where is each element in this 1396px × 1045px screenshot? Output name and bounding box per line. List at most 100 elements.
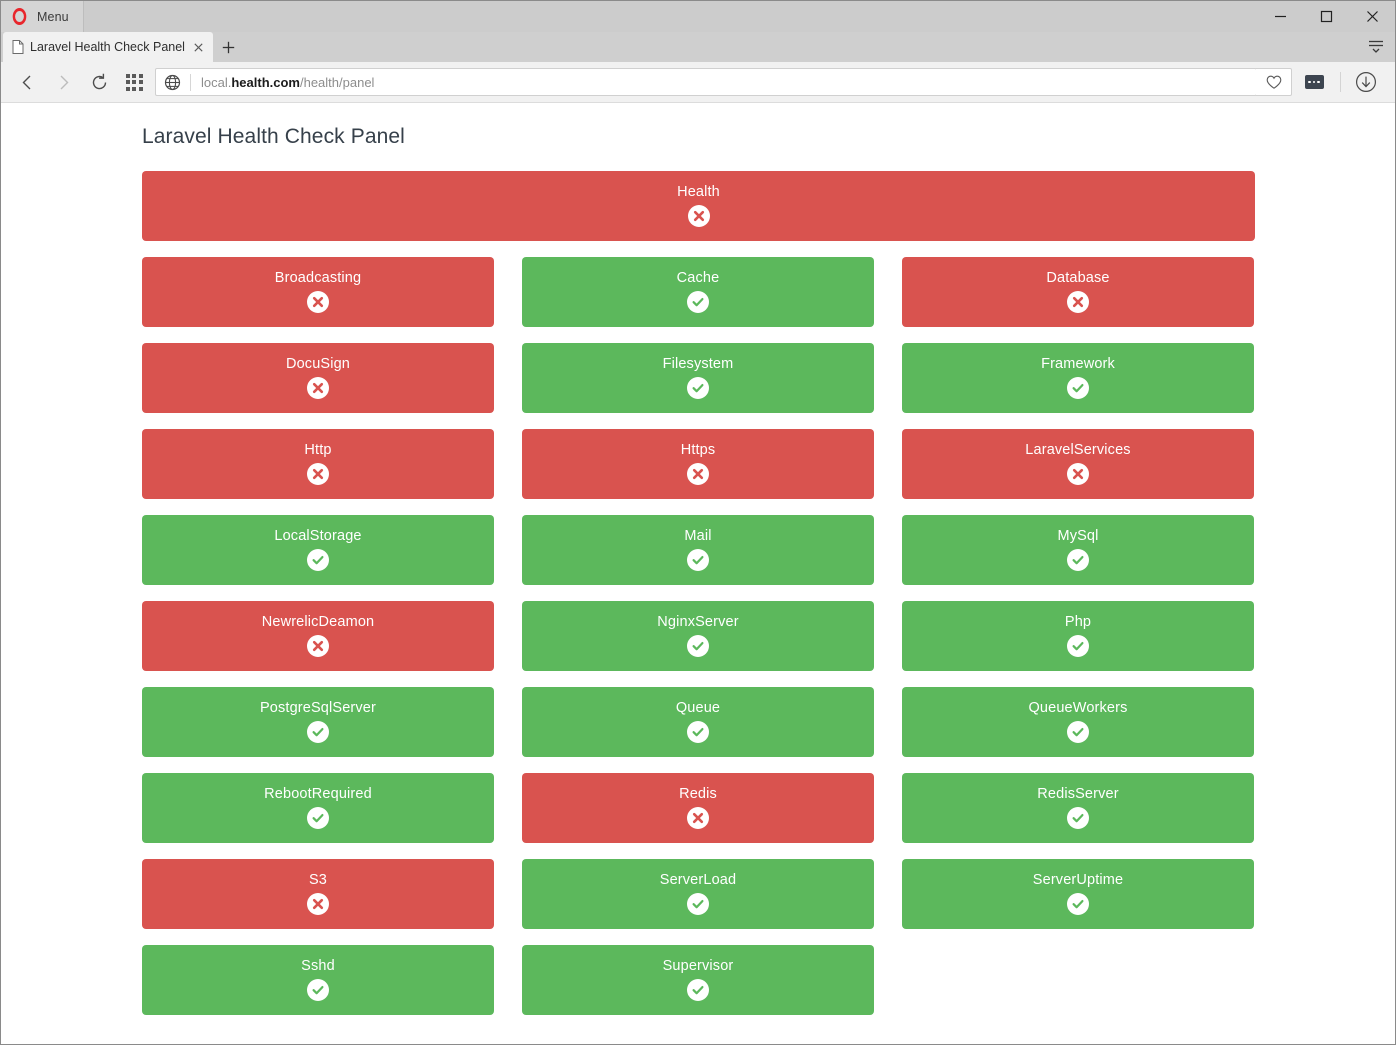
tab-strip: Laravel Health Check Panel [1,32,1395,62]
health-check-card[interactable]: QueueWorkers [902,687,1254,757]
health-check-card[interactable]: MySql [902,515,1254,585]
health-check-card[interactable]: Redis [522,773,874,843]
health-check-card[interactable]: Framework [902,343,1254,413]
health-check-card[interactable]: LaravelServices [902,429,1254,499]
url-domain: health.com [231,74,300,90]
reload-button[interactable] [81,67,117,97]
error-circle-icon [1067,462,1089,485]
health-check-card-label: MySql [1057,528,1099,545]
health-check-card[interactable]: LocalStorage [142,515,494,585]
grid-spacer [902,945,1254,1015]
health-check-row: NewrelicDeamon NginxServer Php [142,601,1255,671]
health-check-card-label: NewrelicDeamon [261,614,375,631]
forward-button[interactable] [45,67,81,97]
check-circle-icon [1067,720,1089,743]
address-divider [190,73,191,91]
globe-icon [164,74,181,91]
tab-close-icon[interactable] [191,40,206,55]
health-check-row: Http Https LaravelServices [142,429,1255,499]
health-check-card[interactable]: ServerLoad [522,859,874,929]
health-check-row: Sshd Supervisor [142,945,1255,1015]
extensions-button[interactable] [1292,67,1336,97]
menu-button-label: Menu [37,9,69,24]
maximize-button[interactable] [1303,1,1349,32]
health-check-card-label: RebootRequired [264,786,372,803]
health-check-card[interactable]: ServerUptime [902,859,1254,929]
health-check-card[interactable]: Queue [522,687,874,757]
check-circle-icon [307,720,329,743]
health-check-card[interactable]: NginxServer [522,601,874,671]
back-button[interactable] [9,67,45,97]
check-circle-icon [687,892,709,915]
health-check-card[interactable]: Https [522,429,874,499]
health-check-card-label: Https [680,442,716,459]
page-viewport: Laravel Health Check Panel Health Broadca… [1,103,1395,1044]
health-check-card-label: Database [1046,270,1110,287]
check-circle-icon [687,978,709,1001]
bookmark-heart-icon[interactable] [1256,68,1292,96]
health-check-card[interactable]: Http [142,429,494,499]
health-check-card[interactable]: Health [142,171,1255,241]
health-check-card-label: LocalStorage [274,528,362,545]
tab-list-menu-icon[interactable] [1357,32,1395,62]
new-tab-button[interactable] [213,32,245,62]
error-circle-icon [307,290,329,313]
health-check-card[interactable]: Php [902,601,1254,671]
minimize-button[interactable] [1257,1,1303,32]
health-check-row: LocalStorage Mail MySql [142,515,1255,585]
health-check-card[interactable]: RedisServer [902,773,1254,843]
health-check-card[interactable]: NewrelicDeamon [142,601,494,671]
health-check-card-label: Framework [1041,356,1115,373]
health-check-grid: Health Broadcasting Cache Database DocuSign F… [142,171,1255,1015]
url-prefix: local. [201,74,232,90]
health-check-card-label: Redis [679,786,717,803]
health-check-row: RebootRequired Redis RedisServer [142,773,1255,843]
health-check-card[interactable]: Database [902,257,1254,327]
health-check-card[interactable]: Mail [522,515,874,585]
health-check-card-label: ServerUptime [1032,872,1124,889]
check-circle-icon [1067,376,1089,399]
error-circle-icon [307,462,329,485]
health-check-card-label: Sshd [301,958,335,975]
window-controls [1257,1,1395,32]
health-check-card-label: QueueWorkers [1028,700,1128,717]
url-path: /health/panel [299,74,375,90]
error-circle-icon [1067,290,1089,313]
downloads-button[interactable] [1345,67,1387,97]
health-check-card[interactable]: Cache [522,257,874,327]
error-circle-icon [687,204,710,227]
opera-menu-button[interactable]: Menu [1,1,84,32]
check-circle-icon [1067,634,1089,657]
health-check-card-label: ServerLoad [659,872,737,889]
check-circle-icon [1067,548,1089,571]
health-check-card-label: LaravelServices [1025,442,1131,459]
health-check-card[interactable]: Supervisor [522,945,874,1015]
check-circle-icon [687,548,709,571]
error-circle-icon [307,634,329,657]
browser-tab[interactable]: Laravel Health Check Panel [3,32,213,62]
health-check-card[interactable]: PostgreSqlServer [142,687,494,757]
health-check-card[interactable]: DocuSign [142,343,494,413]
health-check-card-label: PostgreSqlServer [259,700,377,717]
page-title: Laravel Health Check Panel [142,125,405,148]
error-circle-icon [307,892,329,915]
health-check-card[interactable]: Sshd [142,945,494,1015]
speed-dial-button[interactable] [117,67,151,97]
address-bar[interactable]: local.health.com/health/panel [155,68,1257,96]
health-check-card-label: Cache [676,270,720,287]
health-overall-row: Health [142,171,1255,241]
health-check-card-label: S3 [308,872,328,889]
health-check-card-label: Http [304,442,332,459]
health-check-card-label: NginxServer [657,614,739,631]
health-check-row: S3 ServerLoad ServerUptime [142,859,1255,929]
health-check-card[interactable]: S3 [142,859,494,929]
check-circle-icon [307,548,329,571]
toolbar-divider [1340,72,1341,92]
close-button[interactable] [1349,1,1395,32]
browser-window: Menu Laravel Health Check Panel local.he… [0,0,1396,1045]
health-check-card[interactable]: Broadcasting [142,257,494,327]
check-circle-icon [307,978,329,1001]
check-circle-icon [687,376,709,399]
health-check-card[interactable]: RebootRequired [142,773,494,843]
health-check-card[interactable]: Filesystem [522,343,874,413]
